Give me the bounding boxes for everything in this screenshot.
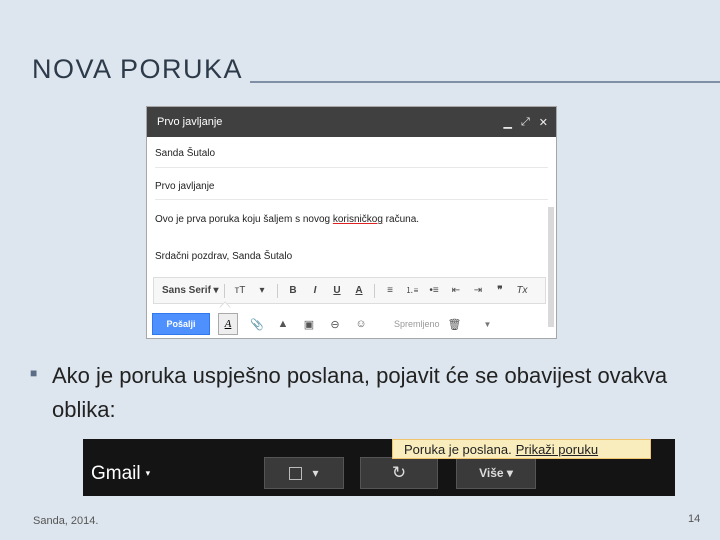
select-checkbox-button[interactable]: ▾ bbox=[264, 457, 344, 489]
chevron-down-icon: ▾ bbox=[213, 285, 219, 296]
toolbar-separator bbox=[277, 283, 278, 298]
notification-text: Poruka je poslana. bbox=[404, 441, 512, 457]
refresh-button[interactable]: ↻ bbox=[360, 457, 438, 489]
footer-author: Sanda, 2014. bbox=[33, 515, 99, 527]
format-toolbar: Sans Serif ▾ ᴛT ▾ B I U A ≡ ⒈≡ •≡ ⇤ ⇥ ❞ … bbox=[153, 277, 546, 304]
emoji-icon[interactable]: ☺ bbox=[348, 318, 374, 330]
chevron-down-icon: ▾ bbox=[145, 468, 151, 479]
divider bbox=[155, 167, 548, 168]
compose-header: Prvo javljanje ▁ ⤢ ✕ bbox=[147, 107, 556, 137]
quote-icon[interactable]: ❞ bbox=[489, 285, 511, 296]
indent-more-icon[interactable]: ⇥ bbox=[467, 285, 489, 296]
italic-icon[interactable]: I bbox=[304, 285, 326, 296]
view-message-link[interactable]: Prikaži poruku bbox=[516, 442, 598, 457]
indent-less-icon[interactable]: ⇤ bbox=[445, 285, 467, 296]
signature-line[interactable]: Srdačni pozdrav, Sanda Šutalo bbox=[155, 251, 292, 262]
close-icon[interactable]: ✕ bbox=[539, 116, 548, 129]
font-label: Sans Serif bbox=[162, 285, 211, 296]
drive-icon[interactable]: ▲ bbox=[270, 318, 296, 330]
font-select[interactable]: Sans Serif ▾ bbox=[162, 285, 220, 296]
chevron-down-icon: ▾ bbox=[506, 466, 513, 480]
saved-status: Spremljeno bbox=[394, 319, 440, 329]
minimize-icon[interactable]: ▁ bbox=[504, 116, 512, 129]
body-text-misspelled: korisničkog bbox=[332, 214, 383, 225]
message-body-line[interactable]: Ovo je prva poruka koju šaljem s novog k… bbox=[155, 214, 419, 225]
formatting-options-icon[interactable]: A bbox=[218, 313, 238, 335]
underline-icon[interactable]: U bbox=[326, 285, 348, 296]
body-text-pre: Ovo je prva poruka koju šaljem s novog bbox=[155, 214, 333, 225]
bold-icon[interactable]: B bbox=[282, 285, 304, 296]
gmail-logo[interactable]: Gmail ▾ bbox=[91, 463, 150, 485]
to-field[interactable]: Sanda Šutalo bbox=[155, 148, 215, 159]
bullet-marker: ■ bbox=[30, 366, 38, 380]
text-size-icon[interactable]: ᴛT bbox=[229, 285, 251, 296]
more-label: Više bbox=[479, 466, 504, 480]
checkbox-icon bbox=[289, 466, 303, 480]
align-icon[interactable]: ≡ bbox=[379, 285, 401, 296]
toolbar-separator bbox=[224, 283, 225, 298]
divider bbox=[155, 199, 548, 200]
photo-icon[interactable]: ▣ bbox=[296, 318, 322, 331]
title-rule bbox=[250, 81, 720, 83]
more-options-icon[interactable]: ▼ bbox=[484, 320, 492, 329]
numbered-list-icon[interactable]: ⒈≡ bbox=[401, 285, 423, 296]
slide-title: NOVA PORUKA bbox=[32, 54, 244, 84]
refresh-icon: ↻ bbox=[391, 463, 407, 482]
attach-icon[interactable]: 📎 bbox=[244, 318, 270, 331]
clear-format-icon[interactable]: Tx bbox=[511, 285, 533, 296]
toolbar-separator bbox=[374, 283, 375, 298]
scrollbar[interactable] bbox=[548, 207, 554, 327]
gmail-logo-text: Gmail bbox=[91, 463, 141, 484]
sent-notification: Poruka je poslana. Prikaži poruku bbox=[392, 439, 651, 459]
bullet-text: Ako je poruka uspješno poslana, pojavit … bbox=[52, 363, 668, 422]
body-text-post: računa. bbox=[382, 214, 420, 225]
compose-window: Prvo javljanje ▁ ⤢ ✕ Sanda Šutalo Prvo j… bbox=[146, 106, 557, 339]
chevron-down-icon: ▾ bbox=[312, 466, 319, 480]
text-color-icon[interactable]: A bbox=[348, 285, 370, 296]
subject-field[interactable]: Prvo javljanje bbox=[155, 181, 214, 192]
compose-bottom-bar: Pošalji A 📎 ▲ ▣ ⊖ ☺ Spremljeno 🗑 ▼ bbox=[147, 310, 556, 338]
more-button[interactable]: Više ▾ bbox=[456, 457, 536, 489]
compose-window-title: Prvo javljanje bbox=[157, 116, 223, 128]
trash-icon[interactable]: 🗑 bbox=[448, 318, 462, 331]
bulleted-list-icon[interactable]: •≡ bbox=[423, 285, 445, 296]
link-icon[interactable]: ⊖ bbox=[322, 318, 348, 331]
popout-icon[interactable]: ⤢ bbox=[521, 116, 530, 129]
send-button[interactable]: Pošalji bbox=[152, 313, 210, 335]
page-number: 14 bbox=[688, 513, 701, 525]
gmail-toolbar: Gmail ▾ ▾ ↻ Više ▾ Poruka je poslana. Prik… bbox=[83, 439, 675, 496]
chevron-down-icon[interactable]: ▾ bbox=[251, 285, 273, 296]
